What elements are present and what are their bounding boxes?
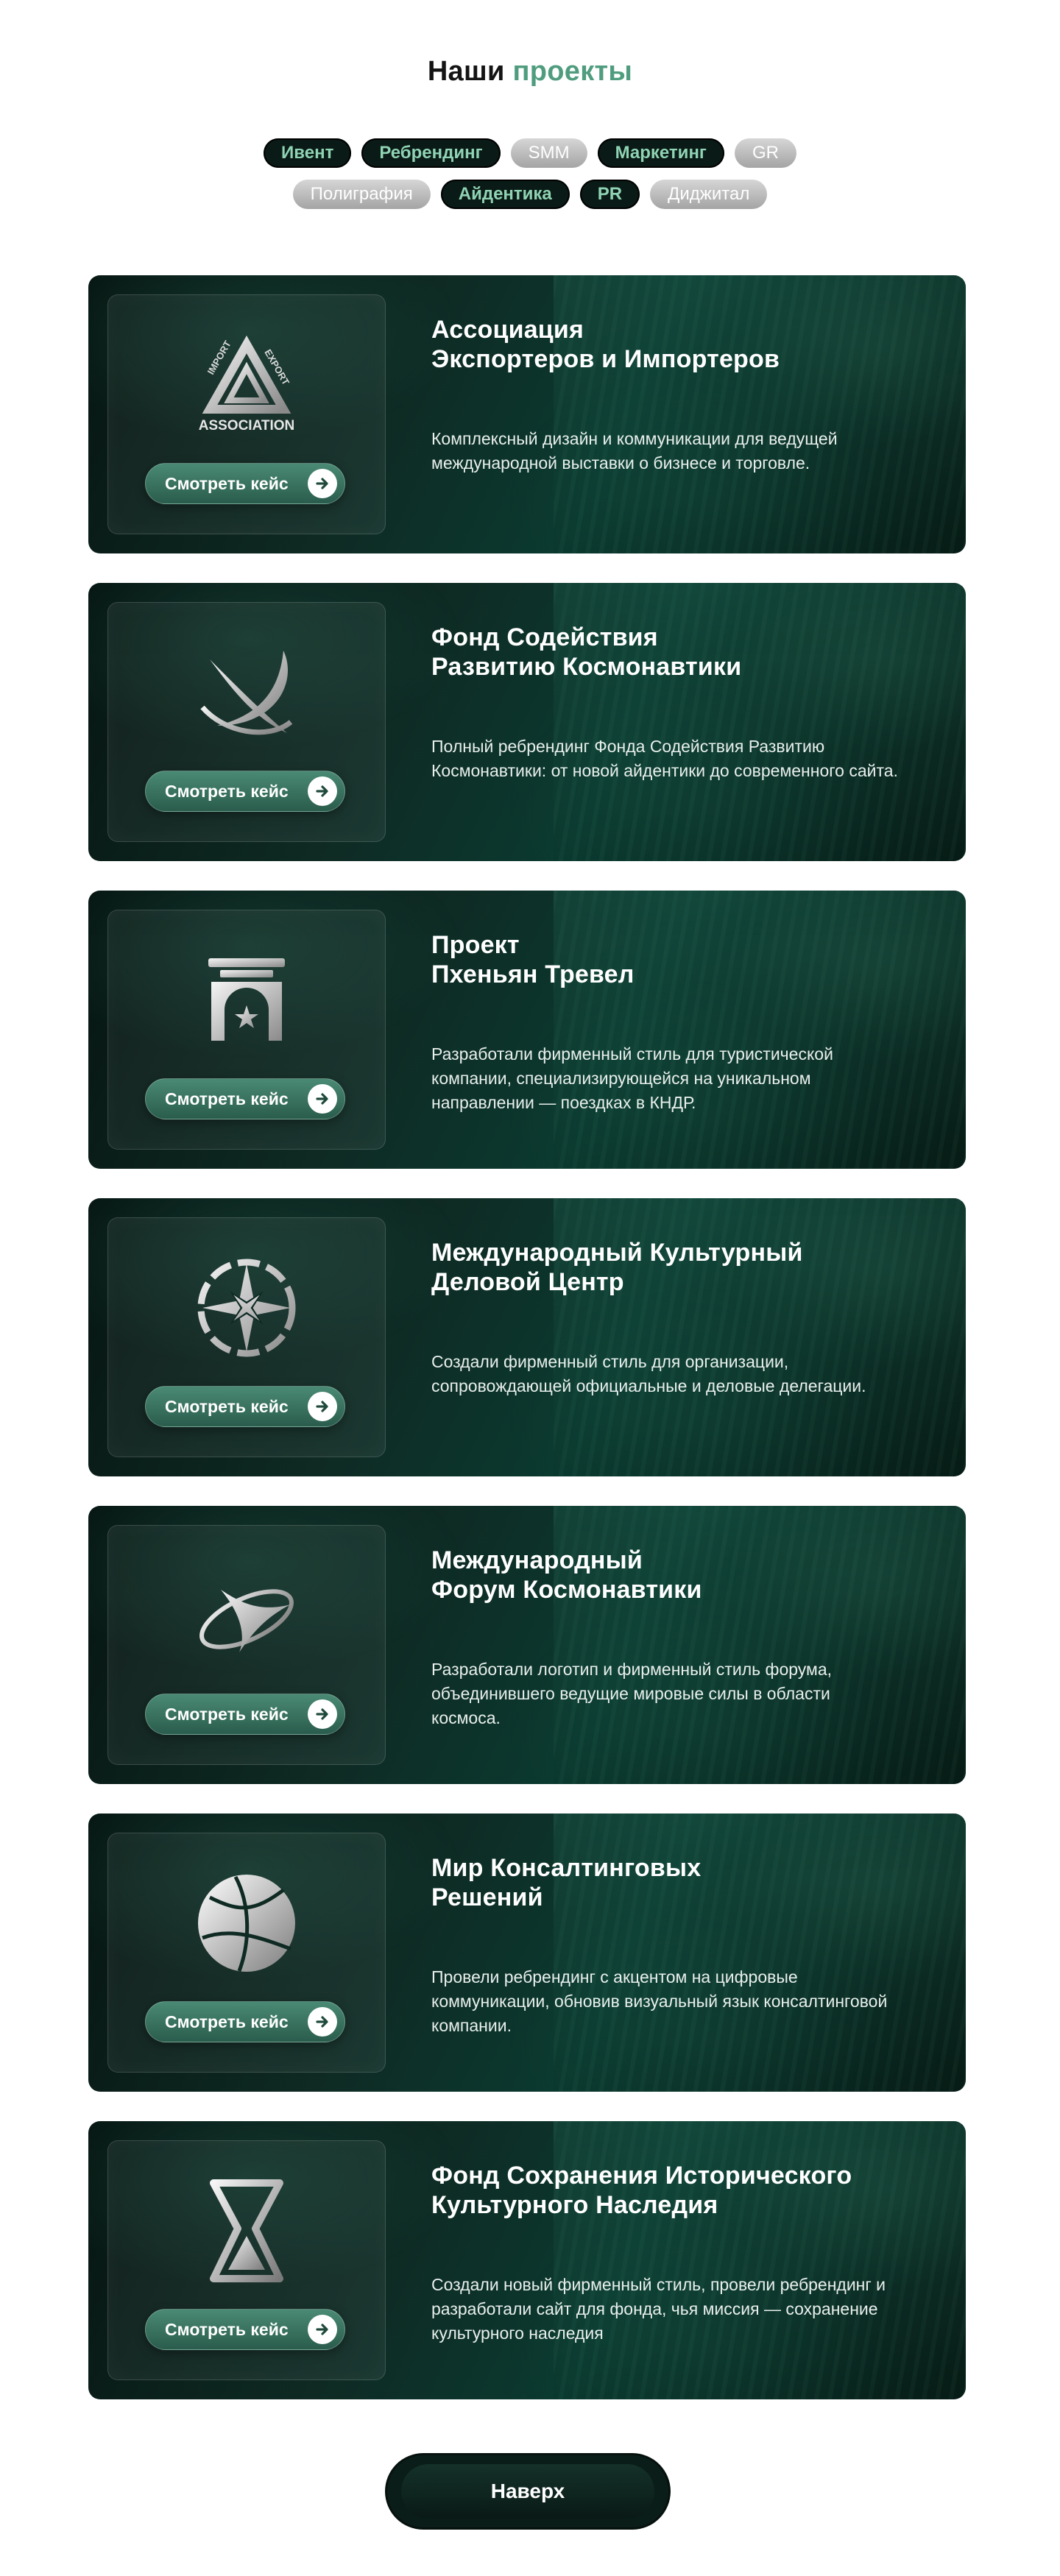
arrow-right-icon xyxy=(308,776,337,806)
card-info: Ассоциация Экспортеров и Импортеров Компл… xyxy=(431,315,932,473)
view-case-button[interactable]: Смотреть кейс xyxy=(145,1694,345,1735)
card-description: Комплексный дизайн и коммуникации для ве… xyxy=(431,429,838,473)
view-case-label: Смотреть кейс xyxy=(165,1089,289,1108)
filter-row-2: Полиграфия Айдентика PR Диджитал xyxy=(0,180,1060,209)
card-info: Проект Пхеньян Тревел Разработали фирменн… xyxy=(431,930,932,1112)
card-title: Фонд Содействия Развитию Космонавтики xyxy=(431,623,742,681)
card-title: Проект Пхеньян Тревел xyxy=(431,931,635,988)
project-card: Смотреть кейс Международный Форум Космона… xyxy=(88,1506,966,1784)
card-description: Провели ребрендинг с акцентом на цифровы… xyxy=(431,1967,888,2035)
cosmonautics-fund-logo-icon xyxy=(188,634,305,751)
space-forum-logo-icon xyxy=(188,1557,305,1674)
card-info: Мир Консалтинговых Решений Провели ребрен… xyxy=(431,1853,932,2035)
filter-chip-pr[interactable]: PR xyxy=(579,180,640,209)
arrow-right-icon xyxy=(308,1699,337,1729)
filter-chips: Ивент Ребрендинг SMM Маркетинг GR Полигр… xyxy=(0,138,1060,221)
project-card: Смотреть кейс Фонд Сохранения Историческ… xyxy=(88,2121,966,2399)
card-description: Полный ребрендинг Фонда Содействия Разви… xyxy=(431,737,898,780)
card-logo-panel: Смотреть кейс xyxy=(107,2140,386,2380)
project-card: Смотреть кейс Фонд Содействия Развитию Ко… xyxy=(88,583,966,861)
filter-chip-printing[interactable]: Полиграфия xyxy=(292,180,431,209)
logo-text-association: ASSOCIATION xyxy=(199,418,295,434)
card-description: Создали новый фирменный стиль, провели р… xyxy=(431,2275,886,2343)
card-description: Разработали фирменный стиль для туристич… xyxy=(431,1044,833,1112)
pyongyang-travel-logo-icon xyxy=(188,941,305,1059)
card-logo-panel: Смотреть кейс xyxy=(107,910,386,1150)
card-logo-panel: Смотреть кейс xyxy=(107,1833,386,2073)
card-title: Международный Форум Космонавтики xyxy=(431,1546,702,1604)
card-title: Международный Культурный Деловой Центр xyxy=(431,1239,803,1296)
view-case-button[interactable]: Смотреть кейс xyxy=(145,771,345,812)
arrow-right-icon xyxy=(308,2315,337,2344)
view-case-button[interactable]: Смотреть кейс xyxy=(145,463,345,504)
view-case-button[interactable]: Смотреть кейс xyxy=(145,2309,345,2350)
sphere-logo-icon xyxy=(188,1864,305,1982)
view-case-label: Смотреть кейс xyxy=(165,1396,289,1416)
view-case-button[interactable]: Смотреть кейс xyxy=(145,1386,345,1427)
card-logo-panel: IMPORT EXPORT ASSOCIATION Смотреть кейс xyxy=(107,294,386,534)
filter-chip-rebranding[interactable]: Ребрендинг xyxy=(361,138,501,168)
view-case-label: Смотреть кейс xyxy=(165,2011,289,2031)
card-logo-panel: Смотреть кейс xyxy=(107,1217,386,1457)
compass-star-logo-icon xyxy=(188,1249,305,1367)
arrow-right-icon xyxy=(308,2007,337,2037)
filter-chip-smm[interactable]: SMM xyxy=(510,138,587,168)
card-info: Международный Культурный Деловой Центр Со… xyxy=(431,1238,932,1395)
filter-row-1: Ивент Ребрендинг SMM Маркетинг GR xyxy=(0,138,1060,168)
card-info: Фонд Сохранения Исторического Культурного… xyxy=(431,2161,932,2343)
card-description: Создали фирменный стиль для организации,… xyxy=(431,1352,866,1395)
scroll-to-top-button[interactable]: Наверх xyxy=(387,2455,668,2527)
filter-chip-gr[interactable]: GR xyxy=(734,138,796,168)
view-case-button[interactable]: Смотреть кейс xyxy=(145,2001,345,2042)
project-card: IMPORT EXPORT ASSOCIATION Смотреть кейс … xyxy=(88,275,966,553)
hourglass-logo-icon xyxy=(188,2172,305,2290)
import-export-association-logo-icon: IMPORT EXPORT ASSOCIATION xyxy=(188,326,305,444)
scroll-to-top-label: Наверх xyxy=(401,2464,654,2519)
page-title-accent: проекты xyxy=(512,56,633,87)
project-card: Смотреть кейс Мир Консалтинговых Решений … xyxy=(88,1814,966,2092)
project-card: Смотреть кейс Международный Культурный Де… xyxy=(88,1198,966,1476)
card-title: Мир Консалтинговых Решений xyxy=(431,1854,702,1911)
project-cards: IMPORT EXPORT ASSOCIATION Смотреть кейс … xyxy=(88,275,966,2429)
filter-chip-event[interactable]: Ивент xyxy=(264,138,352,168)
card-title: Ассоциация Экспортеров и Импортеров xyxy=(431,316,780,373)
arrow-right-icon xyxy=(308,1084,337,1114)
card-logo-panel: Смотреть кейс xyxy=(107,1525,386,1765)
project-card: Смотреть кейс Проект Пхеньян Тревел Разра… xyxy=(88,891,966,1169)
view-case-label: Смотреть кейс xyxy=(165,1704,289,1724)
card-info: Международный Форум Космонавтики Разработ… xyxy=(431,1546,932,1727)
filter-chip-marketing[interactable]: Маркетинг xyxy=(597,138,724,168)
page-title: Наши проекты xyxy=(0,56,1060,88)
card-info: Фонд Содействия Развитию Космонавтики Пол… xyxy=(431,623,932,780)
arrow-right-icon xyxy=(308,1392,337,1421)
card-title: Фонд Сохранения Исторического Культурного… xyxy=(431,2162,852,2219)
arrow-right-icon xyxy=(308,469,337,498)
filter-chip-digital[interactable]: Диджитал xyxy=(650,180,768,209)
view-case-label: Смотреть кейс xyxy=(165,473,289,493)
card-logo-panel: Смотреть кейс xyxy=(107,602,386,842)
view-case-label: Смотреть кейс xyxy=(165,781,289,801)
view-case-button[interactable]: Смотреть кейс xyxy=(145,1078,345,1119)
page-title-plain: Наши xyxy=(427,56,505,87)
filter-chip-identity[interactable]: Айдентика xyxy=(440,180,570,209)
view-case-label: Смотреть кейс xyxy=(165,2319,289,2339)
card-description: Разработали логотип и фирменный стиль фо… xyxy=(431,1660,833,1727)
